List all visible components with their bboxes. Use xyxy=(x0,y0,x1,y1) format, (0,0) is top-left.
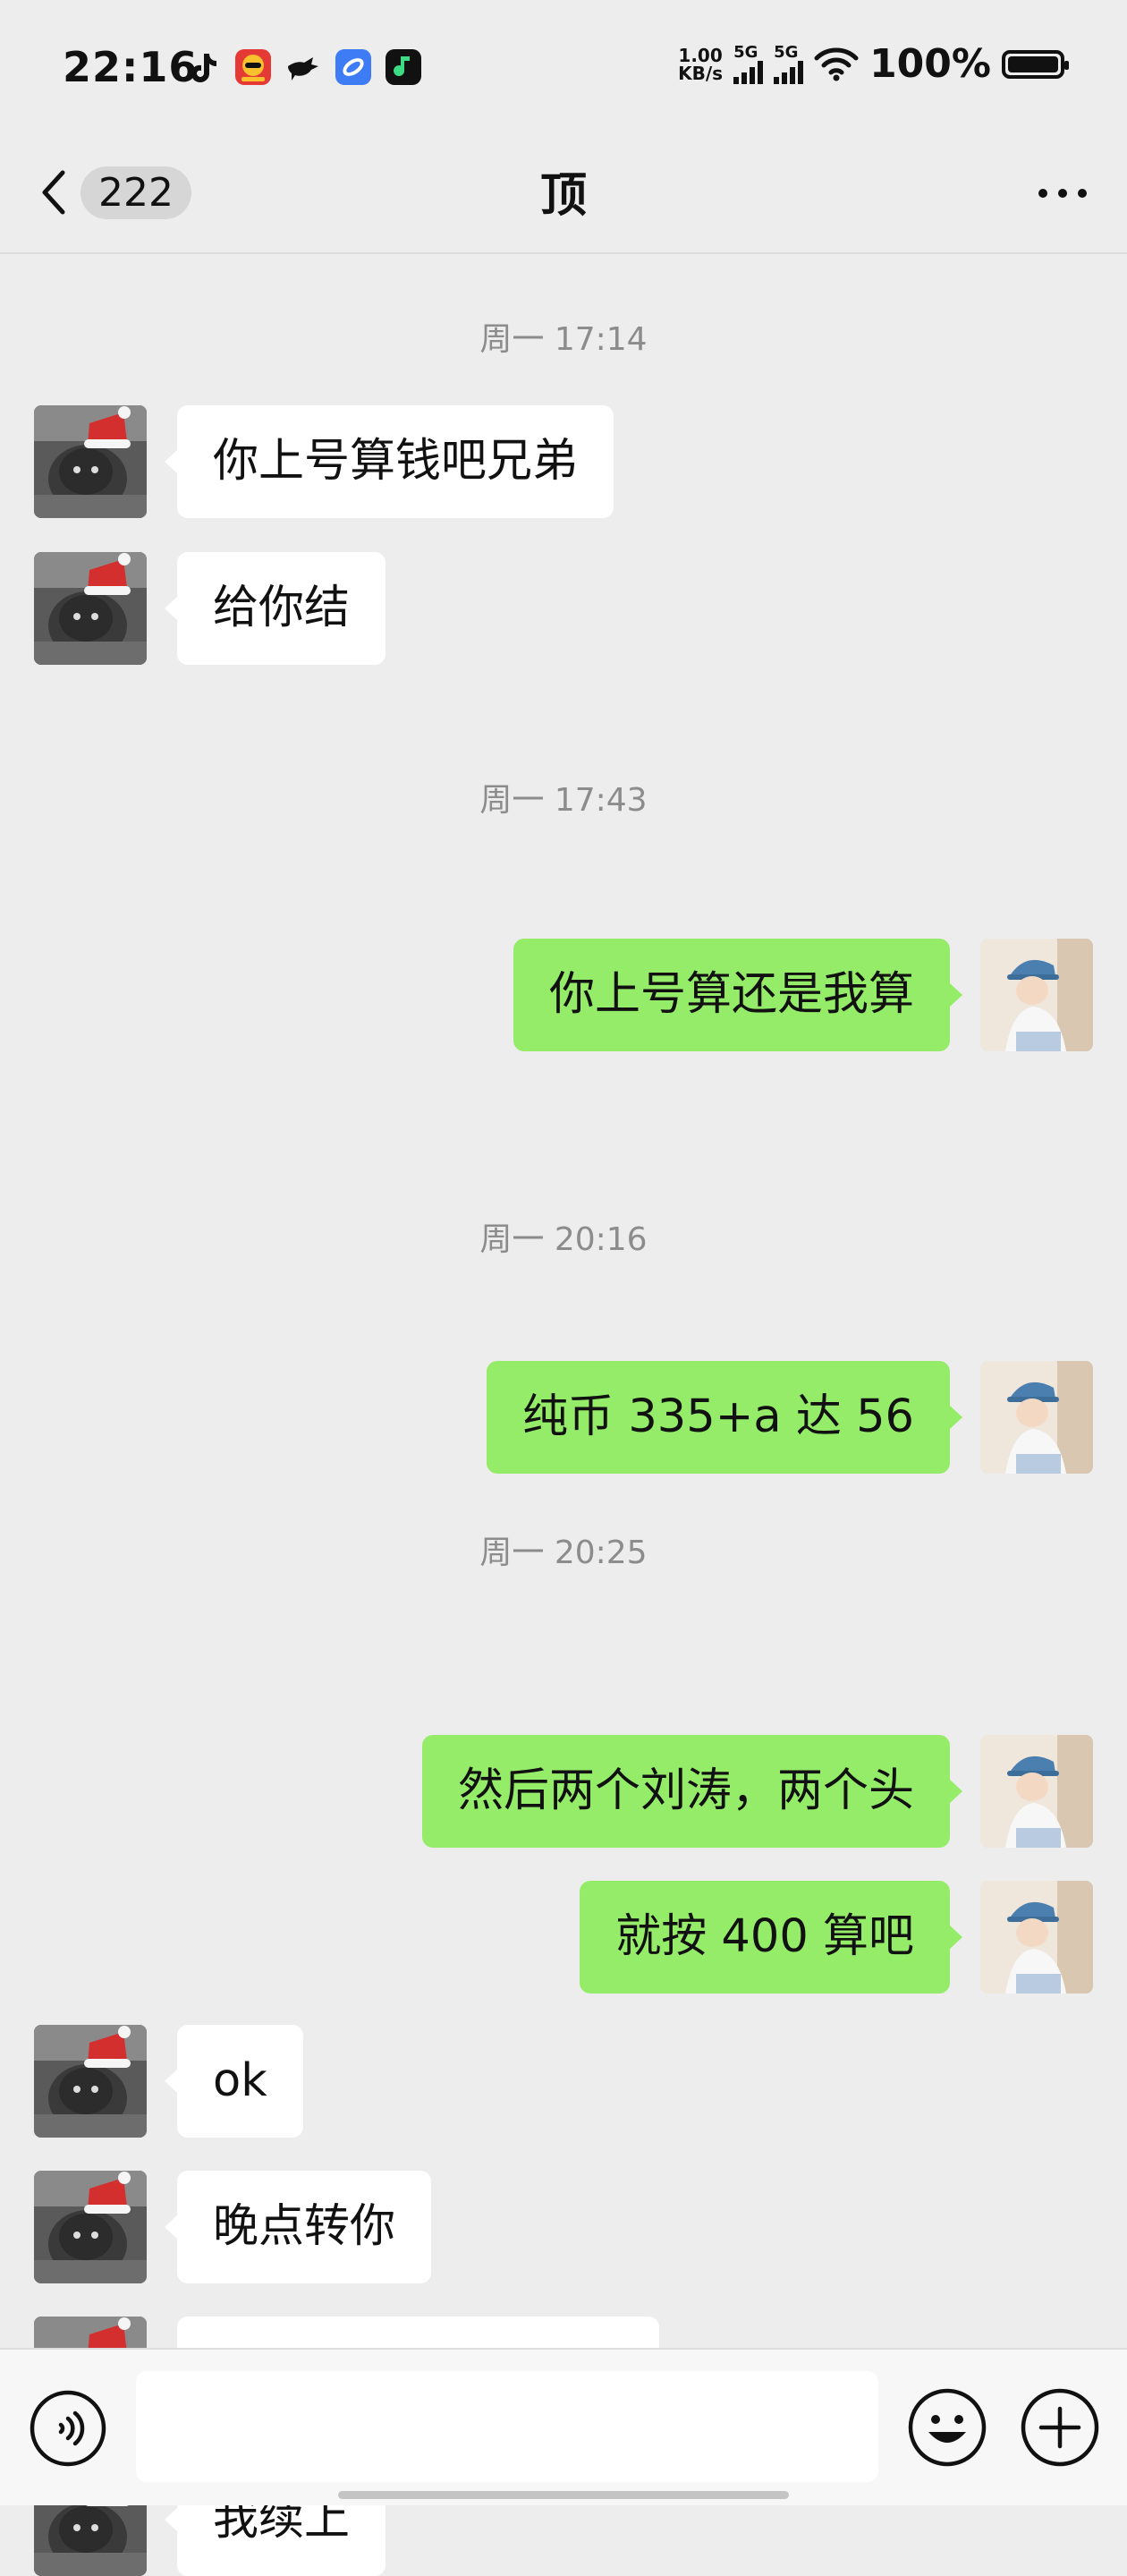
message-timestamp: 周一 17:14 xyxy=(479,321,648,358)
my-avatar[interactable] xyxy=(980,939,1093,1051)
system-indicators: 1.00 KB/s 5G 5G 100% xyxy=(678,41,1069,87)
my-avatar[interactable] xyxy=(980,1361,1093,1474)
voice-input-icon[interactable] xyxy=(29,2389,107,2468)
music-app-icon xyxy=(386,49,421,85)
outgoing-message-bubble[interactable]: 就按 400 算吧 xyxy=(580,1881,962,1994)
status-bar: 22:16 1.00 KB/s 5G 5G 100% xyxy=(0,0,1127,134)
status-time: 22:16 xyxy=(63,43,199,91)
contact-avatar[interactable] xyxy=(34,552,147,665)
outgoing-message-bubble[interactable]: 然后两个刘涛，两个头 xyxy=(421,1735,963,1848)
contact-avatar[interactable] xyxy=(34,405,147,518)
network-speed: 1.00 KB/s xyxy=(678,47,723,82)
incoming-message-bubble[interactable]: ok xyxy=(165,2025,303,2138)
battery-icon xyxy=(1002,49,1069,79)
incoming-message-bubble[interactable]: 你上号算钱吧兄弟 xyxy=(164,405,614,518)
message-timestamp: 周一 17:43 xyxy=(479,782,648,819)
outgoing-message-bubble[interactable]: 纯币 335+a 达 56 xyxy=(487,1361,962,1474)
my-avatar[interactable] xyxy=(980,1881,1093,1994)
sim1-signal: 5G xyxy=(733,42,764,84)
message-input[interactable] xyxy=(136,2371,878,2482)
sim2-label: 5G xyxy=(774,42,799,62)
contact-avatar[interactable] xyxy=(34,2025,147,2138)
message-timestamp: 周一 20:16 xyxy=(479,1221,648,1258)
incoming-message-bubble[interactable]: 晚点转你 xyxy=(164,2171,432,2283)
app-yellow-icon xyxy=(235,49,271,85)
network-speed-unit: KB/s xyxy=(678,62,724,84)
home-indicator[interactable] xyxy=(338,2491,789,2499)
blue-app-icon xyxy=(335,49,371,85)
incoming-message-bubble[interactable]: 给你结 xyxy=(164,552,386,665)
more-options-icon[interactable] xyxy=(1030,166,1095,220)
sim1-label: 5G xyxy=(733,42,758,62)
notification-icons xyxy=(184,48,422,86)
tiktok-icon xyxy=(191,54,216,82)
battery-level xyxy=(1008,55,1058,72)
input-bar xyxy=(0,2348,1127,2505)
network-speed-value: 1.00 xyxy=(678,44,723,66)
chat-title: 顶 xyxy=(539,169,587,223)
chat-header: 222 顶 xyxy=(0,134,1127,254)
plus-icon[interactable] xyxy=(1020,2387,1100,2468)
outgoing-message-bubble[interactable]: 你上号算还是我算 xyxy=(513,939,963,1051)
signal-bars-icon xyxy=(774,60,804,84)
wifi-icon xyxy=(814,47,859,81)
contact-avatar[interactable] xyxy=(34,2171,147,2283)
my-avatar[interactable] xyxy=(980,1735,1093,1848)
signal-bars-icon xyxy=(733,60,764,84)
sim2-signal: 5G xyxy=(774,42,804,84)
message-timestamp: 周一 20:25 xyxy=(479,1535,648,1571)
message-list[interactable]: 周一 17:14 你上号算钱吧兄弟 给你结周一 17:43 你上号算还是我算周一 20… xyxy=(0,254,1127,2576)
emoji-icon[interactable] xyxy=(907,2387,987,2468)
bird-app-icon xyxy=(288,57,318,81)
battery-percent: 100% xyxy=(869,41,991,87)
